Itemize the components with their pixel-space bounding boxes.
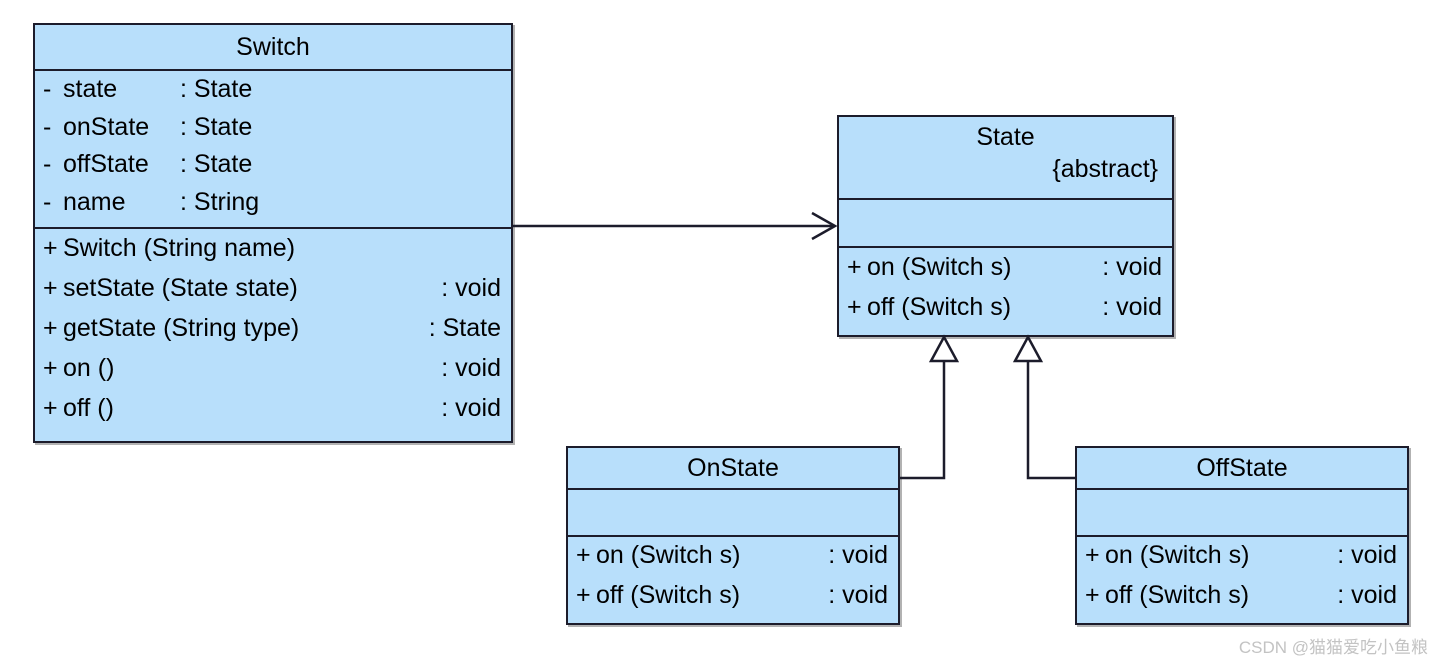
attribute-row: - name : String xyxy=(43,187,501,228)
method-visibility: + xyxy=(847,253,862,281)
method-visibility: + xyxy=(43,314,58,342)
switch-attributes-compartment: - state : State - onState : State - offS… xyxy=(35,69,511,227)
method-row: + off (Switch s) : void xyxy=(576,583,888,623)
method-row: + Switch (String name) xyxy=(43,236,501,276)
onstate-name-compartment: OnState xyxy=(568,448,898,488)
method-visibility: + xyxy=(1085,541,1100,569)
uml-class-switch[interactable]: Switch - state : State - onState : State… xyxy=(33,23,513,443)
method-return-type: : void xyxy=(1337,581,1397,609)
attribute-signature: offState xyxy=(63,150,149,178)
attribute-type: : String xyxy=(180,187,260,216)
method-row: + off () : void xyxy=(43,396,501,436)
attribute-visibility: - xyxy=(43,75,52,103)
connector-switch-to-state xyxy=(513,211,838,241)
method-signature: getState (String type) xyxy=(63,314,300,342)
method-return-type: : void xyxy=(828,581,888,609)
attribute-visibility: - xyxy=(43,187,52,216)
state-class-name: State xyxy=(976,123,1035,151)
method-row: + on (Switch s) : void xyxy=(1085,543,1397,583)
hollow-triangle-icon xyxy=(1012,334,1044,363)
offstate-attributes-compartment xyxy=(1077,488,1407,535)
hollow-triangle-icon xyxy=(928,334,960,363)
attribute-type: : State xyxy=(180,112,253,141)
method-return-type: : void xyxy=(1337,541,1397,569)
switch-name-compartment: Switch xyxy=(35,25,511,69)
connector-onstate-to-state xyxy=(900,334,960,480)
attribute-row: - onState : State xyxy=(43,112,501,153)
method-visibility: + xyxy=(43,394,58,422)
attribute-signature: onState xyxy=(63,112,150,141)
method-row: + on (Switch s) : void xyxy=(576,543,888,583)
method-signature: off (Switch s) xyxy=(867,293,1012,321)
method-row: + getState (String type) : State xyxy=(43,316,501,356)
method-return-type: : void xyxy=(441,274,501,302)
method-row: + setState (State state) : void xyxy=(43,276,501,316)
method-row: + off (Switch s) : void xyxy=(1085,583,1397,623)
uml-class-onstate[interactable]: OnState + on (Switch s) : void + off (Sw… xyxy=(566,446,900,625)
method-return-type: : void xyxy=(1102,253,1162,281)
method-signature: off (Switch s) xyxy=(1105,581,1250,609)
switch-class-name: Switch xyxy=(236,32,310,61)
method-row: + off (Switch s) : void xyxy=(847,295,1162,335)
attribute-type: : State xyxy=(180,150,253,178)
attribute-signature: state xyxy=(63,75,118,103)
method-visibility: + xyxy=(43,354,58,382)
method-row: + on () : void xyxy=(43,356,501,396)
method-signature: off (Switch s) xyxy=(596,581,741,609)
uml-diagram-canvas: Switch - state : State - onState : State… xyxy=(0,0,1442,664)
method-return-type: : void xyxy=(1102,293,1162,321)
state-name-compartment: State {abstract} xyxy=(839,117,1172,198)
attribute-visibility: - xyxy=(43,150,52,178)
method-signature: on (Switch s) xyxy=(596,541,741,569)
state-attributes-compartment xyxy=(839,198,1172,246)
method-signature: setState (State state) xyxy=(63,274,298,302)
offstate-name-compartment: OffState xyxy=(1077,448,1407,488)
method-signature: on (Switch s) xyxy=(867,253,1012,281)
state-abstract-stereotype: {abstract} xyxy=(1052,155,1158,184)
method-visibility: + xyxy=(43,274,58,302)
watermark-text: CSDN @猫猫爱吃小鱼粮 xyxy=(1238,638,1428,657)
method-visibility: + xyxy=(847,293,862,321)
onstate-class-name: OnState xyxy=(687,453,779,482)
method-signature: off () xyxy=(63,394,114,422)
attribute-row: - offState : State xyxy=(43,152,501,190)
generalization-line xyxy=(1026,360,1075,480)
method-visibility: + xyxy=(576,581,591,609)
method-visibility: + xyxy=(43,234,58,262)
method-signature: on (Switch s) xyxy=(1105,541,1250,569)
method-return-type: : void xyxy=(828,541,888,569)
attribute-visibility: - xyxy=(43,112,52,141)
uml-class-offstate[interactable]: OffState + on (Switch s) : void + off (S… xyxy=(1075,446,1409,625)
onstate-methods-compartment: + on (Switch s) : void + off (Switch s) … xyxy=(568,535,898,623)
open-arrow-icon xyxy=(811,211,838,241)
onstate-attributes-compartment xyxy=(568,488,898,535)
method-visibility: + xyxy=(576,541,591,569)
switch-methods-compartment: + Switch (String name) + setState (State… xyxy=(35,227,511,441)
method-signature: on () xyxy=(63,354,115,382)
connector-offstate-to-state xyxy=(1012,334,1075,480)
method-return-type: : State xyxy=(428,314,501,342)
method-signature: Switch (String name) xyxy=(63,234,296,262)
attribute-row: - state : State xyxy=(43,77,501,115)
method-return-type: : void xyxy=(441,354,501,382)
offstate-methods-compartment: + on (Switch s) : void + off (Switch s) … xyxy=(1077,535,1407,623)
method-return-type: : void xyxy=(441,394,501,422)
generalization-line xyxy=(900,360,946,480)
method-visibility: + xyxy=(1085,581,1100,609)
state-methods-compartment: + on (Switch s) : void + off (Switch s) … xyxy=(839,246,1172,335)
uml-class-state[interactable]: State {abstract} + on (Switch s) : void … xyxy=(837,115,1174,337)
method-row: + on (Switch s) : void xyxy=(847,255,1162,295)
offstate-class-name: OffState xyxy=(1196,453,1288,482)
attribute-type: : State xyxy=(180,75,253,103)
attribute-signature: name xyxy=(63,187,126,216)
